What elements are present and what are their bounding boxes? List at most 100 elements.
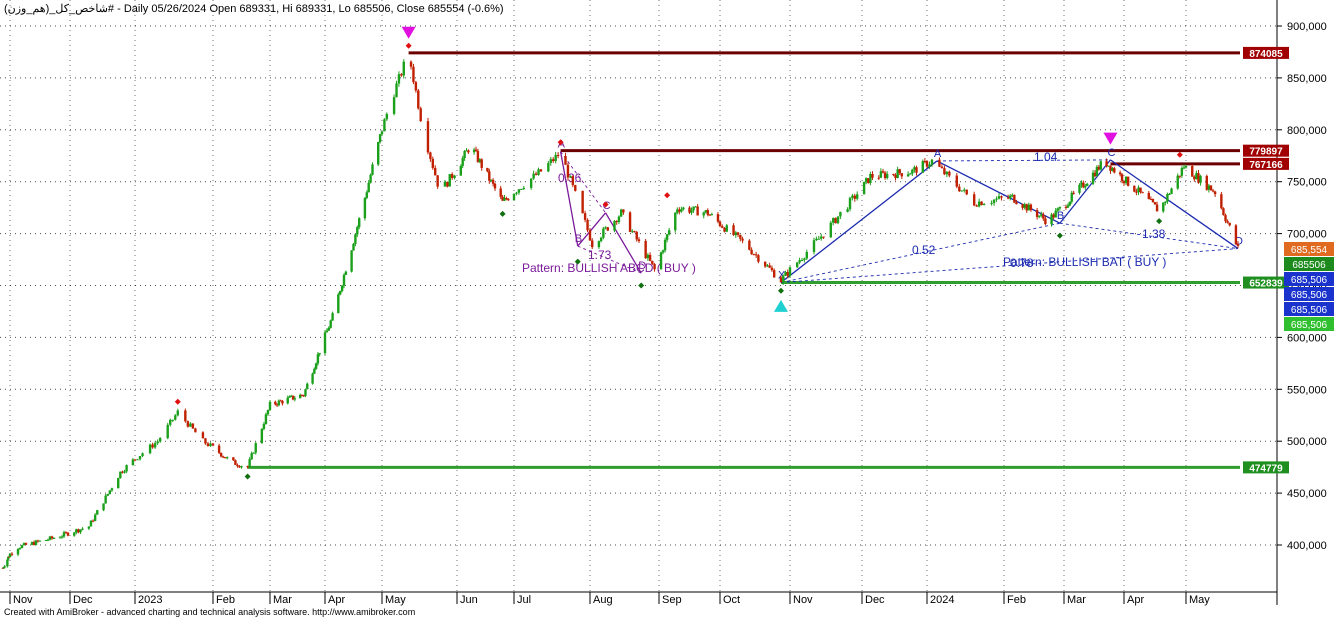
candle-body — [982, 203, 986, 206]
y-tick-label: 500,000 — [1287, 436, 1327, 448]
candle-body — [1195, 173, 1198, 180]
candle-body — [803, 258, 806, 260]
candle-body — [718, 221, 722, 227]
candle-body — [648, 254, 652, 261]
candle-body — [201, 432, 205, 439]
x-tick-label: Mar — [1067, 594, 1086, 606]
candle-body — [564, 155, 567, 165]
candle-body — [417, 90, 420, 109]
candle-body — [696, 206, 699, 216]
pattern-leg — [559, 151, 579, 247]
pattern-ratio-label: 0.36 — [558, 171, 582, 185]
level-tag-label: 474779 — [1249, 463, 1283, 474]
pattern-ratio-label: 1.73 — [588, 248, 612, 262]
candle-body — [1236, 243, 1240, 246]
candle-body — [493, 183, 497, 189]
candle-body — [262, 424, 266, 429]
candle-body — [651, 260, 654, 265]
candle-body — [260, 428, 264, 444]
candle-body — [1105, 161, 1108, 167]
candle-body — [1025, 204, 1028, 211]
candle-body — [204, 438, 207, 444]
candle-body — [467, 150, 470, 153]
candle-body — [119, 471, 122, 479]
candle-body — [448, 174, 451, 187]
candle-body — [1207, 185, 1211, 190]
candle-body — [1226, 221, 1229, 223]
x-tick-label: 2024 — [930, 594, 954, 606]
candle-body — [706, 210, 709, 215]
candle-body — [356, 227, 359, 235]
candle-body — [431, 158, 435, 168]
candle-body — [820, 236, 823, 239]
candle-body — [380, 131, 384, 135]
level-tag-label: 874085 — [1249, 49, 1283, 60]
candle-body — [1153, 202, 1157, 205]
candle-body — [1151, 199, 1155, 203]
candle-body — [20, 545, 24, 549]
candle-body — [450, 174, 454, 178]
candle-body — [938, 159, 941, 167]
candle-body — [599, 237, 603, 242]
candle-body — [66, 532, 70, 536]
candle-body — [915, 167, 918, 173]
candle-body — [549, 159, 552, 164]
candle-body — [798, 260, 801, 263]
candle-body — [615, 220, 618, 223]
candle-body — [342, 274, 346, 286]
candle-body — [869, 173, 872, 184]
candle-body — [1211, 190, 1215, 192]
candle-body — [400, 74, 403, 76]
candle-body — [786, 272, 789, 276]
candle-body — [853, 195, 856, 199]
candle-body — [461, 158, 464, 166]
candle-body — [486, 167, 489, 172]
candle-body — [412, 66, 415, 83]
candle-body — [488, 171, 491, 181]
candle-body — [176, 410, 179, 416]
candle-body — [631, 231, 634, 233]
candle-body — [680, 209, 683, 212]
candle-body — [46, 539, 50, 541]
price-tag-label: 685,506 — [1291, 290, 1328, 301]
candle-body — [121, 471, 124, 473]
candle-body — [796, 262, 799, 268]
candle-body — [1126, 176, 1130, 186]
candle-body — [286, 397, 289, 404]
candle-body — [156, 441, 159, 444]
sell-signal-arrow — [1103, 132, 1118, 145]
candle-body — [436, 175, 439, 187]
candle-body — [883, 172, 887, 179]
candle-body — [839, 211, 842, 217]
candle-body — [1149, 198, 1153, 200]
candle-body — [571, 176, 575, 186]
candle-body — [800, 259, 804, 261]
candle-body — [894, 174, 897, 179]
candle-body — [1170, 188, 1173, 194]
y-tick-label: 800,000 — [1287, 125, 1327, 137]
buy-signal-arrow — [773, 299, 788, 312]
candle-body — [597, 241, 601, 248]
candle-body — [93, 514, 97, 521]
candle-body — [419, 108, 422, 122]
candle-body — [997, 196, 1001, 199]
candle-body — [1135, 191, 1138, 193]
candle-body — [363, 197, 367, 219]
candle-body — [588, 230, 592, 241]
candle-body — [977, 201, 981, 207]
candle-body — [108, 490, 112, 494]
candle-body — [194, 428, 197, 433]
candle-body — [539, 169, 543, 172]
candle-body — [1209, 185, 1213, 191]
candle-body — [892, 173, 895, 175]
candle-body — [169, 419, 172, 425]
candle-body — [318, 353, 321, 355]
candle-body — [75, 529, 78, 533]
candle-body — [928, 164, 931, 167]
signals-layer — [174, 26, 1183, 480]
candle-body — [331, 313, 334, 321]
candle-body — [534, 173, 538, 175]
candle-body — [788, 267, 792, 276]
candle-body — [505, 198, 508, 200]
candle-body — [877, 177, 880, 179]
